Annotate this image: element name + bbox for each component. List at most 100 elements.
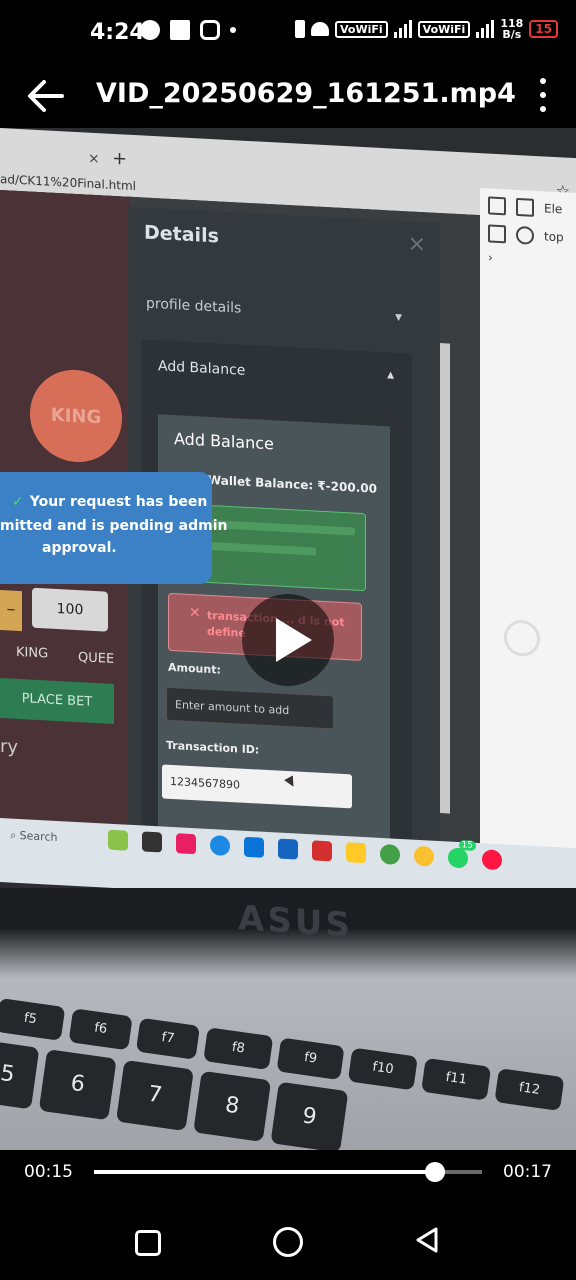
- place-bet-button: PLACE BET: [0, 678, 114, 724]
- amount-input: Enter amount to add: [166, 686, 334, 730]
- key-9: 9: [270, 1081, 349, 1150]
- devtools-context: top: [544, 229, 564, 245]
- game-icon: [380, 843, 400, 865]
- spotify-icon: [140, 20, 160, 40]
- key-f5: f5: [0, 998, 66, 1041]
- back-arrow-icon[interactable]: [26, 78, 66, 114]
- toast-line-1: ✓ Your request has been: [12, 494, 207, 510]
- sidebar-toggle-icon: [488, 224, 506, 244]
- toast-line-1-text: Your request has been: [29, 494, 208, 510]
- seek-progress: [94, 1170, 436, 1174]
- store-icon: [244, 836, 264, 858]
- add-balance-title: Add Balance: [174, 429, 274, 454]
- vibrate-icon: [294, 20, 305, 38]
- system-nav-bar: [0, 1200, 576, 1280]
- transaction-id-value: 1234567890: [170, 774, 240, 792]
- key-f10: f10: [347, 1047, 418, 1091]
- tab-close-icon: ×: [88, 150, 100, 168]
- option-king-label: KING: [16, 644, 49, 662]
- transaction-id-input: 1234567890: [162, 764, 352, 809]
- play-button[interactable]: [242, 594, 334, 686]
- weather-icon: [108, 829, 128, 851]
- whatsapp-icon: 15: [448, 840, 476, 869]
- app-bar: VID_20250629_161251.mp4: [0, 64, 576, 128]
- mouse-cursor-icon: [284, 775, 298, 789]
- browser-url: ad/CK11%20Final.html: [0, 172, 137, 194]
- status-bar: 4:24 VoWiFi VoWiFi 118 B/s 15: [0, 0, 576, 64]
- more-options-icon[interactable]: [538, 78, 548, 112]
- status-time: 4:24: [90, 20, 145, 45]
- asus-logo: ASUS: [238, 897, 353, 947]
- opera-icon: [482, 849, 502, 871]
- battery-indicator: 15: [529, 20, 558, 38]
- key-6: 6: [38, 1049, 117, 1121]
- signal-icon-2: [476, 20, 495, 38]
- whatsapp-badge: 15: [458, 840, 476, 851]
- app-icon: [278, 838, 298, 860]
- key-f6: f6: [68, 1008, 133, 1051]
- keyboard: f5 f6 f7 f8 f9 f10 f11 f12 5 6 7 8 9: [0, 998, 576, 1150]
- laptop-body: ASUS f5 f6 f7 f8 f9 f10 f11 f12 5 6 7 8 …: [0, 888, 576, 1150]
- transaction-id-label: Transaction ID:: [166, 738, 260, 757]
- video-duration: 00:17: [503, 1162, 552, 1182]
- instagram-icon: [200, 20, 220, 40]
- chevron-down-icon: ▼: [395, 312, 402, 324]
- taskbar-search: ⌕ Search: [10, 828, 58, 845]
- history-heading: ry: [0, 736, 19, 758]
- seek-thumb[interactable]: [425, 1162, 446, 1182]
- edge-icon: [210, 835, 230, 857]
- new-tab-icon: +: [112, 147, 128, 170]
- wallet-balance: t Wallet Balance: ₹-200.00: [198, 472, 377, 496]
- seek-bar[interactable]: [94, 1162, 482, 1182]
- nav-back-icon[interactable]: [414, 1226, 440, 1254]
- task-view-icon: [142, 831, 162, 853]
- key-8: 8: [193, 1070, 272, 1142]
- current-time: 00:15: [24, 1162, 73, 1182]
- home-icon[interactable]: [273, 1227, 303, 1257]
- key-f8: f8: [203, 1027, 274, 1071]
- modal-title: Details: [144, 221, 219, 248]
- file-explorer-icon: [346, 842, 366, 864]
- recent-apps-icon[interactable]: [135, 1230, 161, 1256]
- document-icon: [170, 20, 190, 40]
- check-icon: ✓: [12, 494, 24, 510]
- clear-console-icon: [516, 225, 534, 245]
- taskbar-search-label: Search: [19, 829, 58, 845]
- video-frame[interactable]: × + ad/CK11%20Final.html ☆ KING – 100 KI…: [0, 128, 576, 1150]
- signal-icon-1: [393, 20, 412, 38]
- devtools-elements-tab: Ele: [544, 201, 563, 217]
- amount-label: Amount:: [168, 660, 221, 677]
- mcafee-icon: [312, 840, 332, 862]
- play-icon: [276, 618, 312, 662]
- devtools-panel: Ele top ›: [480, 188, 576, 894]
- copilot-icon: [176, 833, 196, 855]
- option-queen-label: QUEE: [78, 650, 115, 667]
- accordion-profile-details: profile details ▼: [146, 296, 402, 325]
- network-speed: 118 B/s: [500, 18, 523, 40]
- network-speed-unit: B/s: [502, 28, 522, 41]
- accordion-profile-label: profile details: [146, 295, 242, 317]
- bet-amount-input: 100: [32, 587, 108, 632]
- wifi-icon: [310, 22, 329, 36]
- chrome-icon: [414, 845, 434, 867]
- error-x-icon: ✕: [189, 604, 201, 622]
- page-scrollbar: [440, 343, 450, 814]
- toast-line-3: approval.: [42, 540, 117, 556]
- pending-approval-toast: ✓ Your request has been mitted and is pen…: [0, 472, 227, 584]
- notification-dot-icon: [230, 27, 236, 33]
- console-chevron-icon: ›: [488, 250, 493, 265]
- key-f9: f9: [276, 1037, 345, 1081]
- chevron-up-icon: ▲: [387, 370, 394, 381]
- rotate-lock-icon: [504, 619, 540, 658]
- key-7: 7: [115, 1059, 194, 1132]
- key-f12: f12: [494, 1068, 565, 1111]
- decrease-bet-button: –: [0, 590, 22, 632]
- player-controls: 00:15 00:17: [0, 1150, 576, 1200]
- key-f11: f11: [421, 1057, 492, 1101]
- device-toggle-icon: [516, 197, 534, 217]
- video-title: VID_20250629_161251.mp4: [96, 78, 516, 109]
- key-f7: f7: [135, 1017, 201, 1060]
- vowifi-badge-1: VoWiFi: [334, 20, 388, 38]
- modal-close-icon: ×: [407, 231, 426, 258]
- toast-line-2: mitted and is pending admin: [0, 518, 228, 534]
